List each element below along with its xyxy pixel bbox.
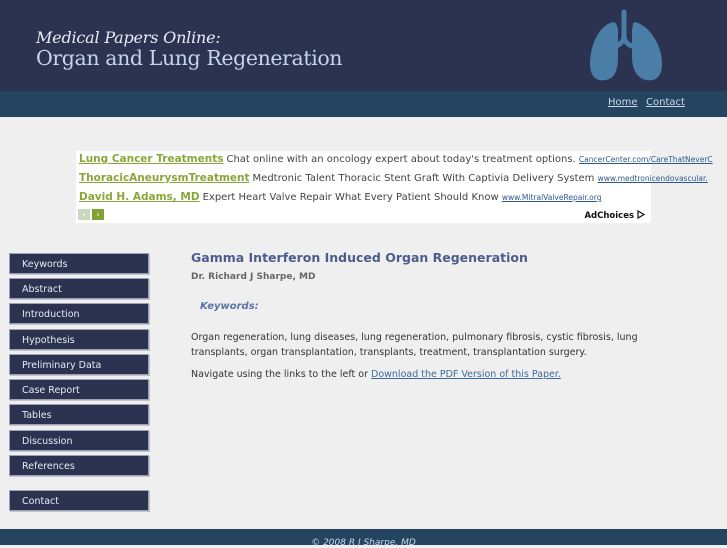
contact-link[interactable]: Contact — [646, 97, 685, 108]
ad-description: Medtronic Talent Thoracic Stent Graft Wi… — [252, 173, 595, 184]
paper-title: Gamma Interferon Induced Organ Regenerat… — [191, 250, 528, 265]
sidebar-item-keywords[interactable]: Keywords — [9, 253, 149, 274]
adchoices-label: AdChoices — [584, 211, 635, 221]
adchoices-button[interactable]: AdChoices — [584, 209, 646, 221]
ad-banner: Lung Cancer Treatments Chat online with a… — [76, 151, 713, 223]
ad-item[interactable]: David H. Adams, MD Expert Heart Valve Rep… — [79, 191, 601, 203]
top-nav-bar: Home Contact — [0, 91, 727, 117]
copyright-text: © 2008 R J Sharpe, MD — [311, 538, 416, 548]
site-title: Medical Papers Online: — [36, 28, 221, 47]
ad-title[interactable]: David H. Adams, MD — [79, 191, 200, 203]
site-subtitle: Organ and Lung Regeneration — [36, 46, 343, 70]
ad-prev-arrow-icon[interactable]: ‹ — [78, 209, 90, 220]
adchoices-triangle-icon — [637, 209, 646, 220]
ad-next-arrow-icon[interactable]: › — [92, 209, 104, 220]
sidebar-item-hypothesis[interactable]: Hypothesis — [9, 329, 149, 350]
ad-url[interactable]: www.medtronicendovascular. — [598, 174, 708, 183]
ad-url[interactable]: www.MitralValveRepair.org — [502, 193, 602, 202]
sidebar-item-preliminary-data[interactable]: Preliminary Data — [9, 354, 149, 375]
sidebar-item-references[interactable]: References — [9, 455, 149, 476]
ad-item[interactable]: Lung Cancer Treatments Chat online with a… — [79, 153, 713, 165]
pdf-download-link[interactable]: Download the PDF Version of this Paper. — [371, 369, 561, 380]
lungs-logo-icon — [590, 9, 662, 81]
ad-item[interactable]: ThoracicAneurysmTreatment Medtronic Talen… — [79, 172, 708, 184]
home-link[interactable]: Home — [608, 97, 638, 108]
ad-url[interactable]: CancerCenter.com/CareThatNeverC — [579, 155, 713, 164]
keywords-text: Organ regeneration, lung diseases, lung … — [191, 332, 638, 358]
sidebar-item-case-report[interactable]: Case Report — [9, 379, 149, 400]
keywords-heading: Keywords: — [200, 301, 259, 312]
site-header: Medical Papers Online: Organ and Lung Re… — [0, 0, 727, 91]
ad-description: Expert Heart Valve Repair What Every Pat… — [202, 192, 499, 203]
sidebar-item-introduction[interactable]: Introduction — [9, 303, 149, 324]
sidebar-item-contact[interactable]: Contact — [9, 490, 149, 511]
paper-author: Dr. Richard J Sharpe, MD — [191, 272, 316, 282]
site-footer: © 2008 R J Sharpe, MD — [0, 529, 727, 548]
sidebar-item-tables[interactable]: Tables — [9, 404, 149, 425]
sidebar-item-discussion[interactable]: Discussion — [9, 430, 149, 451]
ad-description: Chat online with an oncology expert abou… — [226, 154, 576, 165]
navigation-note: Navigate using the links to the left or … — [191, 369, 561, 380]
ad-title[interactable]: Lung Cancer Treatments — [79, 153, 223, 165]
navigation-note-text: Navigate using the links to the left or — [191, 369, 372, 380]
ad-title[interactable]: ThoracicAneurysmTreatment — [79, 172, 250, 184]
sidebar-item-abstract[interactable]: Abstract — [9, 278, 149, 299]
